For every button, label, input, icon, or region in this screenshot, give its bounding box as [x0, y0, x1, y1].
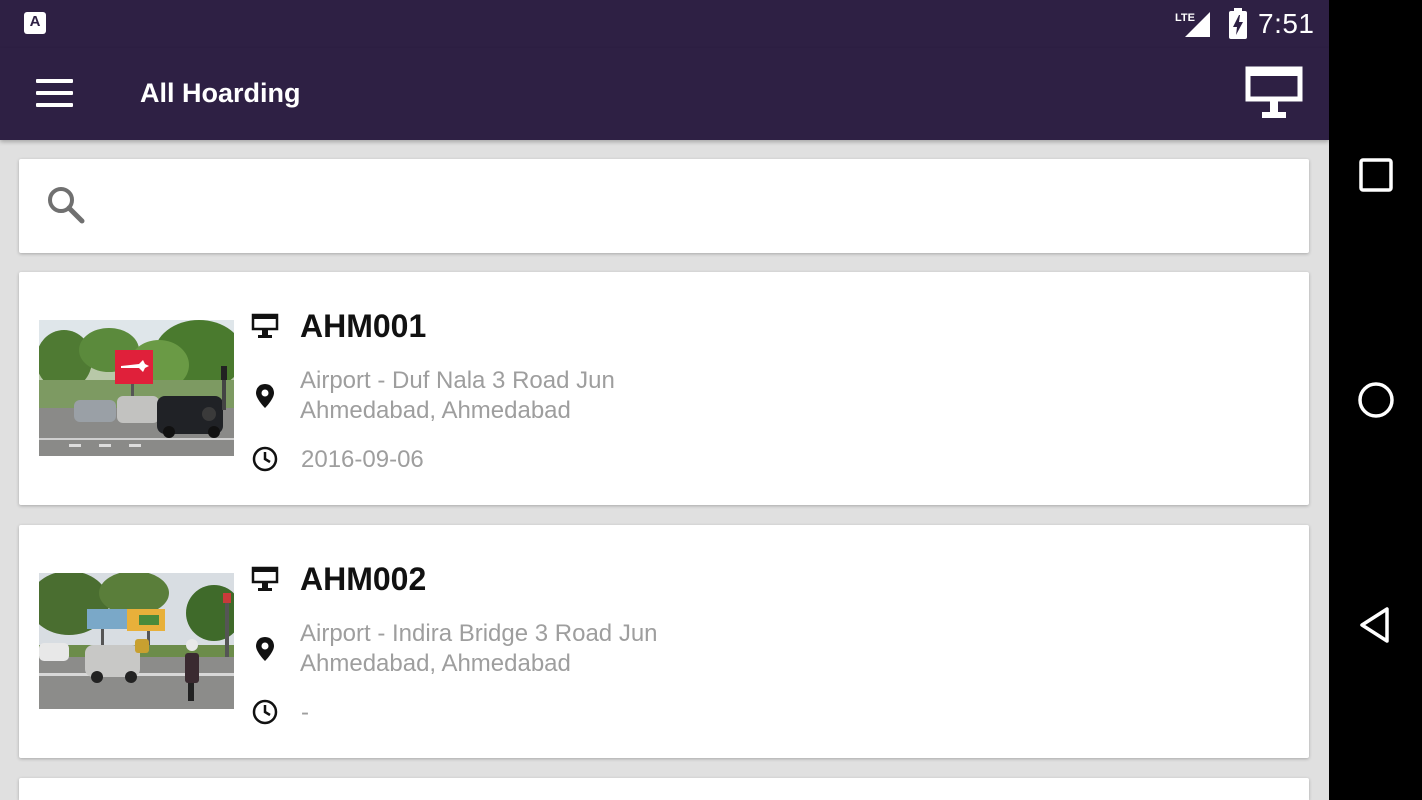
hoarding-date: 2016-09-06	[301, 446, 424, 473]
location-pin-icon	[256, 637, 274, 661]
hoarding-address: Airport - Duf Nala 3 Road Jun Ahmedabad,…	[300, 366, 615, 426]
square-icon[interactable]	[1355, 154, 1397, 196]
hoarding-code: AHM001	[300, 308, 427, 344]
clock-icon	[252, 446, 278, 472]
hoarding-photo	[39, 320, 234, 456]
clock-icon	[252, 699, 278, 725]
address-line-1: Airport - Duf Nala 3 Road Jun	[300, 367, 615, 394]
status-time: 7:51	[1258, 8, 1315, 39]
search-icon	[48, 187, 85, 224]
hoarding-date: -	[301, 699, 309, 726]
search-input[interactable]	[119, 181, 1279, 231]
hoarding-card[interactable]: AHM001 Airport - Duf Nala 3 Road Jun Ahm…	[19, 272, 1309, 505]
location-pin-icon	[256, 384, 274, 408]
status-bar: A LTE 7:51	[0, 0, 1329, 48]
lte-signal-icon: LTE	[1175, 12, 1210, 37]
menu-icon[interactable]	[36, 79, 74, 107]
notification-app-icon: A	[24, 12, 46, 34]
triangle-back-icon[interactable]	[1355, 604, 1397, 646]
circle-icon[interactable]	[1355, 379, 1397, 421]
hoarding-address: Airport - Indira Bridge 3 Road Jun Ahmed…	[300, 619, 658, 679]
battery-charging-icon	[1229, 8, 1247, 39]
hoarding-card[interactable]	[19, 778, 1309, 800]
address-line-2: Ahmedabad, Ahmedabad	[300, 650, 571, 677]
search-bar	[19, 159, 1309, 253]
address-line-2: Ahmedabad, Ahmedabad	[300, 397, 571, 424]
page-title: All Hoarding	[140, 78, 301, 108]
hoarding-card[interactable]: AHM002 Airport - Indira Bridge 3 Road Ju…	[19, 525, 1309, 758]
app-bar: All Hoarding	[0, 48, 1329, 140]
billboard-icon	[251, 566, 279, 591]
billboard-icon	[251, 313, 279, 338]
hoarding-code: AHM002	[300, 561, 427, 597]
hoarding-photo	[39, 573, 234, 709]
billboard-icon[interactable]	[1245, 65, 1303, 123]
navigation-bar	[1329, 0, 1422, 800]
address-line-1: Airport - Indira Bridge 3 Road Jun	[300, 620, 658, 647]
network-type-label: LTE	[1175, 12, 1195, 24]
